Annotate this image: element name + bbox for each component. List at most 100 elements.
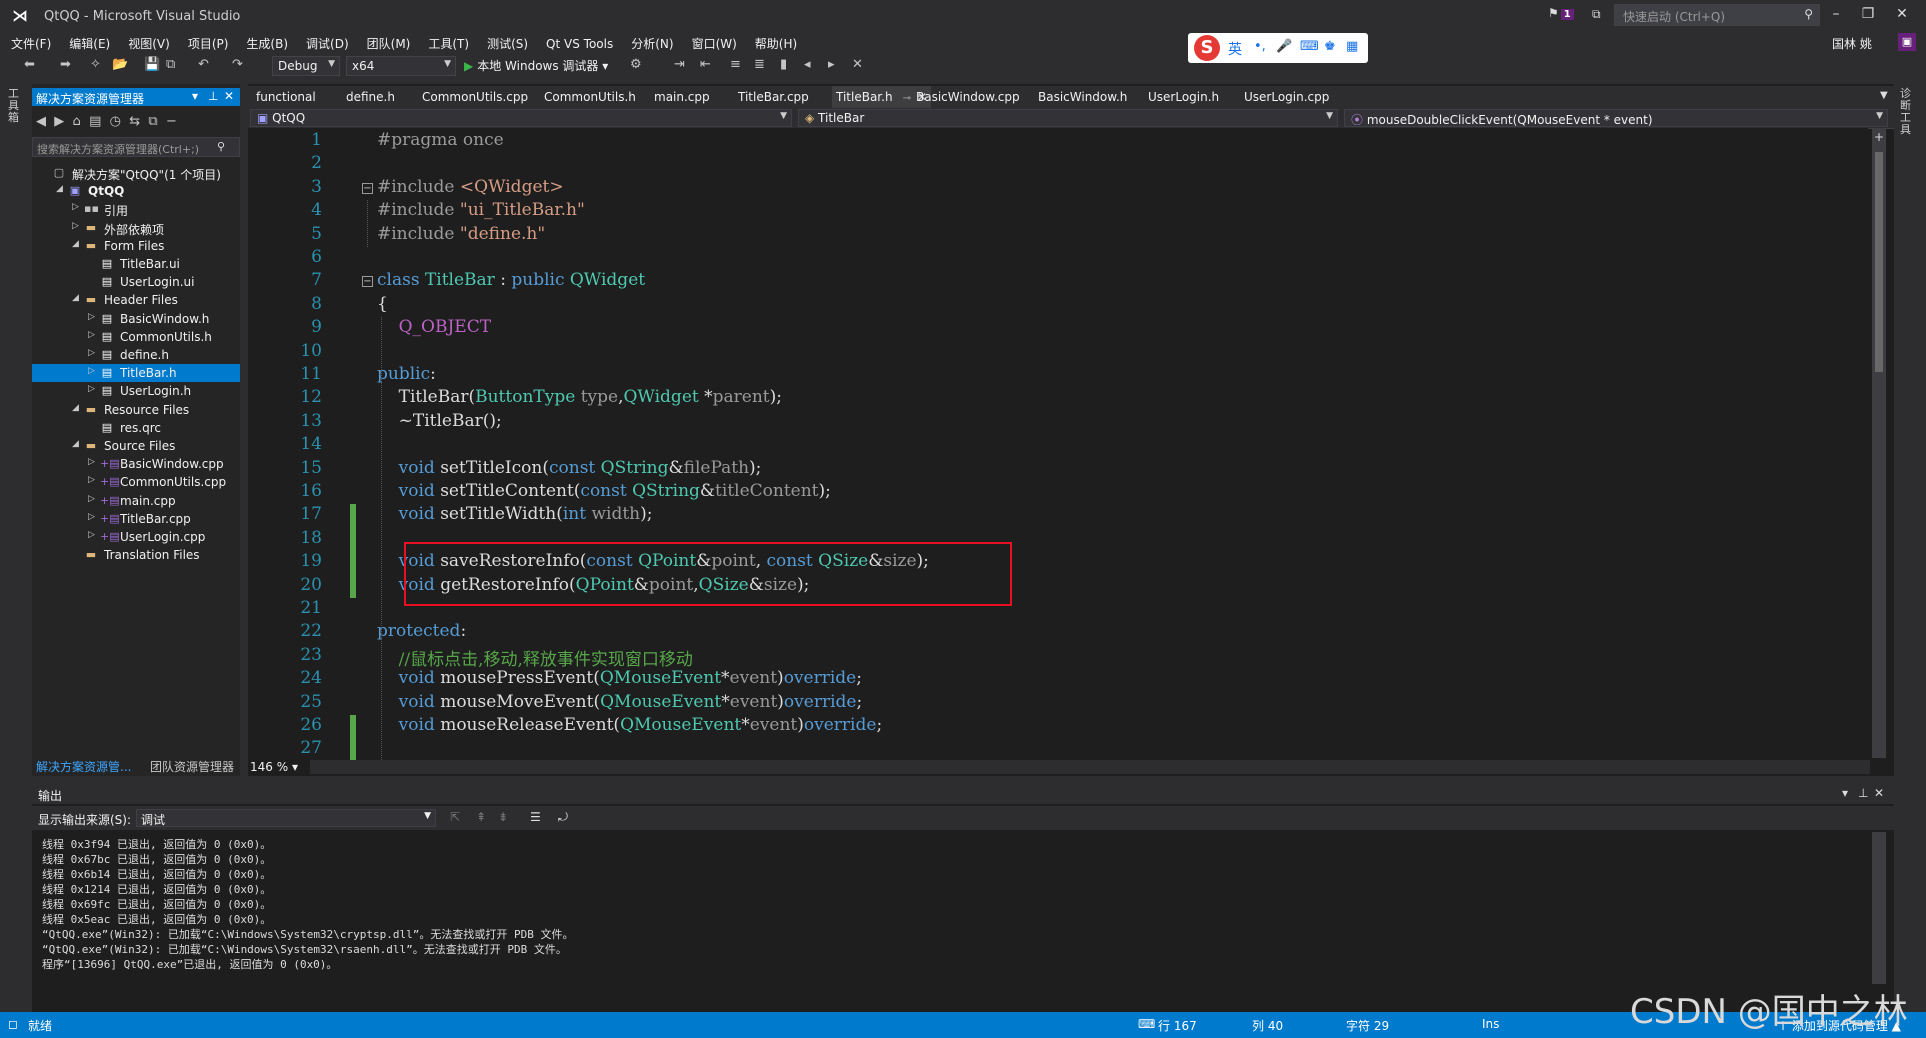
expand-toggle-icon[interactable]: ▷: [88, 475, 95, 485]
attach-icon[interactable]: ⚙: [630, 57, 642, 72]
chevron-down-icon[interactable]: ▾: [1842, 786, 1848, 800]
skin-icon[interactable]: ♚: [1324, 39, 1336, 54]
code-line[interactable]: #include <QWidget>: [377, 177, 564, 197]
forward-icon[interactable]: ➡: [60, 57, 71, 72]
diagnostic-tools-tab[interactable]: 诊断工具: [1900, 88, 1914, 136]
close-icon[interactable]: ✕: [224, 89, 234, 103]
user-avatar[interactable]: ▣: [1898, 33, 1916, 51]
expand-toggle-icon[interactable]: ▷: [88, 512, 95, 522]
close-icon[interactable]: ✕: [1874, 786, 1884, 800]
expand-toggle-icon[interactable]: ◢: [72, 403, 79, 413]
tree-item-item[interactable]: ▷ ▬ 外部依赖项: [32, 219, 240, 237]
menu-item-11[interactable]: 窗口(W): [683, 32, 746, 55]
tree-item-translation-files[interactable]: ▬ Translation Files: [32, 546, 240, 564]
tab-userlogin-cpp[interactable]: UserLogin.cpp: [1240, 86, 1333, 108]
configuration-select[interactable]: Debug ▼: [272, 56, 340, 76]
expand-toggle-icon[interactable]: ◢: [72, 439, 79, 449]
feedback-icon[interactable]: ⧉: [1592, 7, 1601, 22]
tree-item-resource-files[interactable]: ◢ ▬ Resource Files: [32, 401, 240, 419]
tab-commonutils-cpp[interactable]: CommonUtils.cpp: [418, 86, 532, 108]
expand-toggle-icon[interactable]: ▷: [88, 494, 95, 504]
start-debugging-button[interactable]: ▶ 本地 Windows 调试器 ▾: [464, 57, 608, 74]
code-line[interactable]: //鼠标点击,移动,释放事件实现窗口移动: [377, 645, 693, 670]
expand-toggle-icon[interactable]: ◢: [72, 293, 79, 303]
menu-item-8[interactable]: 测试(S): [478, 32, 537, 55]
menu-item-1[interactable]: 编辑(E): [60, 32, 119, 55]
tree-item-source-files[interactable]: ◢ ▬ Source Files: [32, 437, 240, 455]
step-icon[interactable]: ⇥: [674, 57, 685, 72]
code-line[interactable]: void mouseMoveEvent(QMouseEvent*event)ov…: [377, 692, 863, 712]
tree-item-commonutils-h[interactable]: ▷ ▤ CommonUtils.h: [32, 328, 240, 346]
clear-all-icon[interactable]: ☰: [530, 810, 541, 824]
keyboard-icon[interactable]: ⌨: [1300, 39, 1319, 54]
code-line[interactable]: void setTitleContent(const QString&title…: [377, 481, 831, 501]
toolbox-icon[interactable]: ▦: [1346, 39, 1358, 54]
tree-item-item[interactable]: ▷ ▪▪ 引用: [32, 200, 240, 218]
prev-bookmark-icon[interactable]: ◂: [804, 57, 811, 72]
expand-toggle-icon[interactable]: ▷: [72, 221, 79, 231]
editor-vertical-scrollbar[interactable]: [1872, 128, 1886, 758]
tab-solution-explorer[interactable]: 解决方案资源管...: [36, 758, 131, 775]
code-line[interactable]: #pragma once: [377, 130, 504, 150]
code-line[interactable]: void setTitleIcon(const QString&filePath…: [377, 458, 762, 478]
back-icon[interactable]: ◀: [36, 114, 46, 129]
punctuation-icon[interactable]: •,: [1254, 39, 1266, 54]
menu-item-3[interactable]: 项目(P): [179, 32, 238, 55]
output-source-select[interactable]: 调试 ▼: [136, 809, 436, 827]
code-line[interactable]: void mousePressEvent(QMouseEvent*event)o…: [377, 668, 862, 688]
expand-toggle-icon[interactable]: ▷: [88, 384, 95, 394]
tree-item-define-h[interactable]: ▷ ▤ define.h: [32, 346, 240, 364]
expand-toggle-icon[interactable]: ▷: [88, 457, 95, 467]
tree-item-res-qrc[interactable]: ▤ res.qrc: [32, 419, 240, 437]
code-line[interactable]: void setTitleWidth(int width);: [377, 504, 653, 524]
expand-toggle-icon[interactable]: ▷: [88, 330, 95, 340]
bookmark-icon[interactable]: ▮: [780, 57, 787, 72]
menu-item-12[interactable]: 帮助(H): [746, 32, 806, 55]
expand-toggle-icon[interactable]: ▷: [88, 312, 95, 322]
scrollbar-thumb[interactable]: [1875, 152, 1883, 372]
tab-functional[interactable]: functional: [252, 86, 320, 108]
prev-message-icon[interactable]: ⇞: [476, 810, 486, 824]
solution-search-input[interactable]: 搜索解决方案资源管理器(Ctrl+;) ⚲: [32, 137, 240, 157]
switch-view-icon[interactable]: ▤: [89, 114, 101, 129]
code-line[interactable]: #include "ui_TitleBar.h": [377, 200, 585, 220]
tree-item-basicwindow-cpp[interactable]: ▷ +▤ BasicWindow.cpp: [32, 455, 240, 473]
tree-item-userlogin-h[interactable]: ▷ ▤ UserLogin.h: [32, 382, 240, 400]
open-file-icon[interactable]: 📂: [112, 57, 128, 72]
tree-item-qtqq[interactable]: ◢ ▣ QtQQ: [32, 182, 240, 200]
tree-item-commonutils-cpp[interactable]: ▷ +▤ CommonUtils.cpp: [32, 473, 240, 491]
redo-icon[interactable]: ↷: [232, 57, 243, 72]
tree-item-titlebar-ui[interactable]: ▤ TitleBar.ui: [32, 255, 240, 273]
code-line[interactable]: TitleBar(ButtonType type,QWidget *parent…: [377, 387, 782, 407]
home-icon[interactable]: ⌂: [73, 114, 81, 129]
undo-icon[interactable]: ↶: [198, 57, 209, 72]
platform-select[interactable]: x64 ▼: [346, 56, 456, 76]
code-line[interactable]: void mouseReleaseEvent(QMouseEvent*event…: [377, 715, 883, 735]
menu-item-0[interactable]: 文件(F): [2, 32, 60, 55]
code-line[interactable]: ~TitleBar();: [377, 411, 502, 431]
collapse-all-icon[interactable]: ⧉: [148, 114, 157, 129]
step-over-icon[interactable]: ⇤: [700, 57, 711, 72]
tab-basicwindow-cpp[interactable]: BasicWindow.cpp: [912, 86, 1024, 108]
menu-item-6[interactable]: 团队(M): [358, 32, 420, 55]
expand-toggle-icon[interactable]: ◢: [72, 239, 79, 249]
word-wrap-icon[interactable]: ⤾: [558, 810, 568, 825]
tab-commonutils-h[interactable]: CommonUtils.h: [540, 86, 640, 108]
find-message-icon[interactable]: ⇱: [450, 810, 460, 824]
notifications-flag-icon[interactable]: ⚑ 1: [1548, 6, 1574, 20]
fold-toggle-icon[interactable]: −: [362, 276, 373, 288]
tree-item-titlebar-h[interactable]: ▷ ▤ TitleBar.h: [32, 364, 240, 383]
menu-item-5[interactable]: 调试(D): [297, 32, 358, 55]
back-icon[interactable]: ⬅: [24, 57, 35, 72]
history-icon[interactable]: ◷: [110, 114, 121, 129]
comment-icon[interactable]: ≡: [730, 57, 741, 72]
split-editor-icon[interactable]: +: [1874, 130, 1884, 144]
user-name[interactable]: 国林 姚: [1832, 35, 1872, 52]
uncomment-icon[interactable]: ≣: [754, 57, 765, 72]
tree-item-qtqq-1[interactable]: ▢ 解决方案"QtQQ"(1 个项目): [32, 164, 240, 182]
tree-item-basicwindow-h[interactable]: ▷ ▤ BasicWindow.h: [32, 310, 240, 328]
editor-horizontal-scrollbar[interactable]: [310, 760, 1870, 774]
close-window-button[interactable]: ✕: [1890, 6, 1914, 26]
save-all-icon[interactable]: ⧉: [166, 57, 175, 72]
next-message-icon[interactable]: ⇟: [498, 810, 508, 824]
